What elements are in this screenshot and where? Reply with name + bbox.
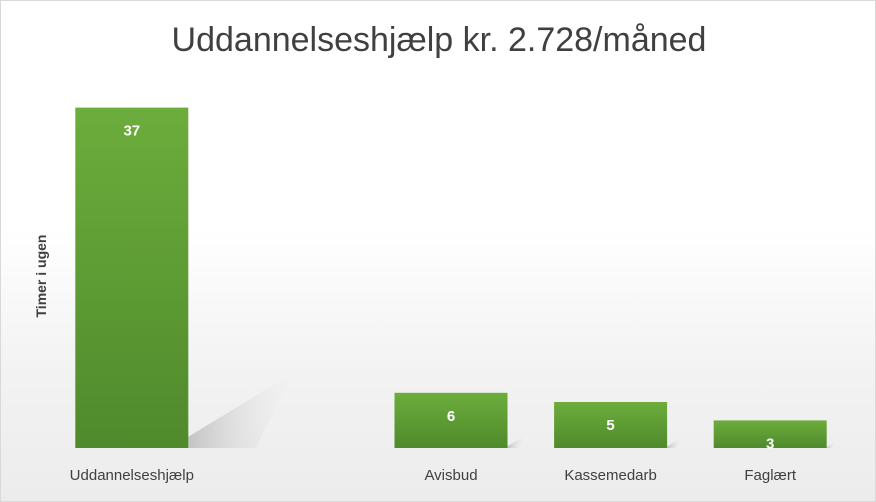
- category-label: Avisbud: [424, 467, 477, 484]
- category-label: Uddannelseshjælp: [70, 467, 194, 484]
- data-label: 3: [766, 435, 774, 452]
- bar-shadow: [667, 437, 682, 448]
- category-label: Kassemedarb: [564, 467, 657, 484]
- data-label: 37: [123, 123, 140, 140]
- category-labels: Uddannelseshjælp Avisbud Kassemedarb Faglær…: [70, 467, 797, 484]
- bar-shadow: [507, 435, 525, 448]
- data-label: 5: [606, 417, 614, 434]
- data-label: 6: [447, 408, 455, 425]
- bar: [75, 107, 189, 448]
- bar-shadow: [188, 373, 294, 448]
- bar-shadow: [826, 441, 836, 448]
- plot-area: 37 6 5 3 Uddannelseshjælp Avisbud Kassemedarb…: [70, 107, 836, 484]
- category-label: Faglært: [744, 467, 797, 484]
- bars: [75, 107, 827, 448]
